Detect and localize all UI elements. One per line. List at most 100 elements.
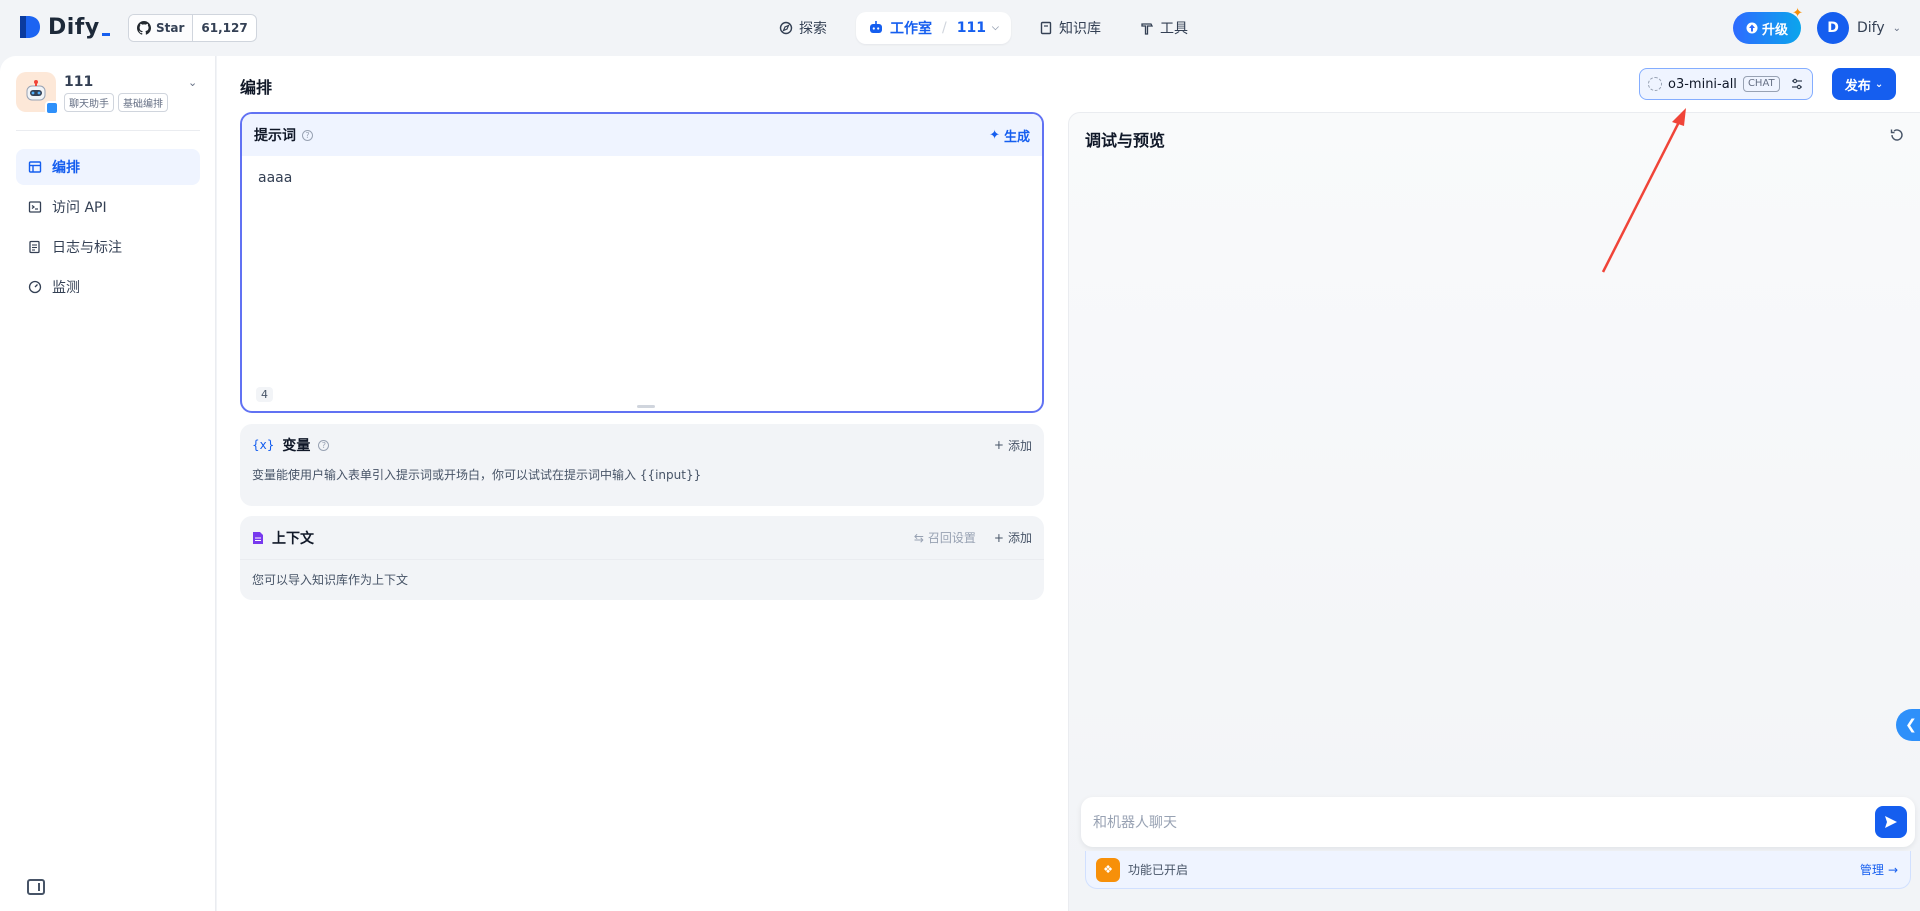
refresh-icon[interactable] <box>1889 127 1905 143</box>
avatar[interactable]: D <box>1817 12 1849 44</box>
nav-current-app[interactable]: 111 <box>957 20 986 36</box>
chevron-down-icon[interactable]: ⌄ <box>188 76 197 89</box>
model-mode-tag: CHAT <box>1742 76 1780 92</box>
sidebar-item-label: 监测 <box>52 280 80 296</box>
terminal-icon <box>28 200 42 214</box>
sidebar-item-label: 访问 API <box>52 200 107 216</box>
prompt-header: 提示词 ? ✦ 生成 <box>242 114 1042 156</box>
file-list-icon <box>28 240 42 254</box>
prompt-editor-card[interactable]: 提示词 ? ✦ 生成 aaaa 4 <box>240 112 1044 413</box>
chevron-down-icon: ⌄ <box>1892 22 1902 34</box>
nav-explore[interactable]: 探索 <box>767 12 839 44</box>
help-icon[interactable]: ? <box>318 439 330 451</box>
app-info[interactable]: 111 聊天助手 基础编排 <box>16 72 168 115</box>
sidebar-divider <box>16 130 200 131</box>
github-icon <box>137 21 151 35</box>
compass-icon <box>779 21 793 35</box>
swap-icon: ⇆ <box>913 530 924 545</box>
chevron-left-icon: ❮ <box>1905 717 1917 733</box>
variable-icon: {x} <box>252 438 275 452</box>
sidebar-item-api[interactable]: 访问 API <box>16 189 200 225</box>
chat-input[interactable]: 和机器人聊天 <box>1081 797 1915 847</box>
nav-knowledge-label: 知识库 <box>1059 21 1101 37</box>
app-tag-chat-assistant: 聊天助手 <box>64 93 114 112</box>
github-star-widget[interactable]: Star 61,127 <box>128 14 257 42</box>
robot-icon <box>870 21 882 33</box>
debug-preview-panel: 调试与预览 和机器人聊天 ❖ 功能已开启 管理 → <box>1068 112 1920 911</box>
features-icon: ❖ <box>1096 857 1120 882</box>
manage-label: 管理 <box>1859 863 1884 877</box>
upgrade-label: 升级 <box>1761 22 1788 38</box>
sparkle-icon: ✦ <box>989 127 1000 143</box>
variables-card: {x} 变量 ? + 添加 变量能使用户输入表单引入提示词或开场白，你可以试试在… <box>240 424 1044 506</box>
features-bar: ❖ 功能已开启 管理 → <box>1085 851 1911 889</box>
send-button[interactable] <box>1875 806 1907 838</box>
sidebar-item-label: 日志与标注 <box>52 240 122 256</box>
github-star-label: Star <box>156 21 185 35</box>
publish-button[interactable]: 发布 ⌄ <box>1832 68 1896 100</box>
sidebar: 111 聊天助手 基础编排 ⌄ 编排 访问 API 日志与标注 监测 <box>0 56 216 911</box>
page-title: 编排 <box>240 78 273 97</box>
main-content: 编排 o3-mini-all CHAT 发布 ⌄ 提示词 ? ✦ 生成 aaaa… <box>217 56 1920 911</box>
dify-logo[interactable]: Dify <box>18 14 110 40</box>
manage-features-button[interactable]: 管理 → <box>1860 861 1898 878</box>
top-navigation-bar: Dify Star 61,127 探索 工作室 / 111 ⌵ 知识库 工具 升… <box>0 0 1920 56</box>
add-variable-button[interactable]: + 添加 <box>994 437 1032 454</box>
github-star-count[interactable]: 61,127 <box>193 15 255 41</box>
chat-input-placeholder: 和机器人聊天 <box>1093 815 1177 831</box>
layout-icon <box>28 160 42 174</box>
sparkle-icon: ✦ <box>1792 6 1803 21</box>
generate-label: 生成 <box>1003 129 1030 145</box>
github-star-button[interactable]: Star <box>129 15 194 41</box>
variables-title: 变量 <box>282 438 311 454</box>
book-icon <box>1040 21 1052 35</box>
help-icon[interactable]: ? <box>302 129 313 141</box>
nav-studio[interactable]: 工作室 / 111 ⌵ <box>856 12 1011 44</box>
chevron-down-icon[interactable]: ⌵ <box>992 23 999 33</box>
upgrade-button[interactable]: 升级 ✦ <box>1733 6 1803 44</box>
dify-logo-icon <box>20 16 40 38</box>
app-icon <box>16 72 59 115</box>
arrow-right-icon: → <box>1887 862 1898 877</box>
features-label: 功能已开启 <box>1128 863 1189 877</box>
model-selector-button[interactable]: o3-mini-all CHAT <box>1639 68 1813 100</box>
resize-handle[interactable] <box>637 405 655 408</box>
logo-text: Dify <box>48 14 100 40</box>
sidebar-item-logs[interactable]: 日志与标注 <box>16 229 200 265</box>
recall-settings-button[interactable]: ⇆ 召回设置 <box>914 529 976 546</box>
plus-icon: + <box>993 530 1004 545</box>
user-menu[interactable]: D Dify ⌄ <box>1817 12 1901 44</box>
nav-separator: / <box>942 20 947 36</box>
generate-button[interactable]: ✦ 生成 <box>989 126 1030 145</box>
upgrade-icon <box>1746 22 1758 34</box>
hammer-icon <box>1141 23 1154 35</box>
sidebar-item-label: 编排 <box>52 160 80 176</box>
nav-tools-label: 工具 <box>1160 21 1188 37</box>
model-name: o3-mini-all <box>1668 76 1737 92</box>
dashboard-icon <box>28 280 42 294</box>
prompt-textarea[interactable]: aaaa <box>258 170 292 186</box>
nav-tools[interactable]: 工具 <box>1128 12 1200 44</box>
expand-panel-tab[interactable]: ❮ <box>1896 709 1920 741</box>
sidebar-item-orchestrate[interactable]: 编排 <box>16 149 200 185</box>
sliders-icon[interactable] <box>1790 77 1804 91</box>
add-context-label: 添加 <box>1007 531 1032 545</box>
debug-title: 调试与预览 <box>1085 131 1166 150</box>
model-provider-icon <box>1648 77 1662 91</box>
add-variable-label: 添加 <box>1007 438 1032 453</box>
app-name: 111 <box>64 74 94 90</box>
send-icon <box>1885 816 1897 828</box>
plus-icon: + <box>993 438 1004 452</box>
context-card: 上下文 ⇆ 召回设置 + 添加 您可以导入知识库作为上下文 <box>240 516 1044 600</box>
user-name: Dify <box>1857 20 1885 36</box>
recall-settings-label: 召回设置 <box>927 531 976 545</box>
app-type-badge <box>45 101 59 115</box>
nav-knowledge[interactable]: 知识库 <box>1027 12 1113 44</box>
nav-studio-label: 工作室 <box>890 21 932 37</box>
sidebar-item-monitoring[interactable]: 监测 <box>16 269 200 305</box>
logo-underscore <box>101 32 110 36</box>
add-context-button[interactable]: + 添加 <box>994 529 1032 546</box>
app-tag-basic-orchestration: 基础编排 <box>118 93 168 112</box>
collapse-sidebar-icon[interactable] <box>27 879 45 895</box>
chevron-down-icon: ⌄ <box>1874 78 1884 90</box>
